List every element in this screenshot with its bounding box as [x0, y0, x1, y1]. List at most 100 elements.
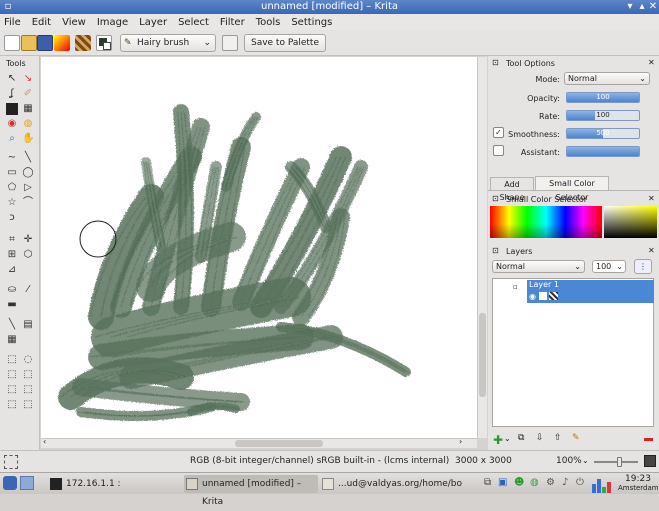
- docker-close-icon[interactable]: ✕: [648, 194, 655, 203]
- smoothness-slider[interactable]: 500: [566, 128, 640, 139]
- save-to-palette-button[interactable]: Save to Palette: [244, 34, 326, 52]
- desktop-pager-icon[interactable]: [20, 476, 34, 490]
- menu-view[interactable]: View: [62, 17, 86, 28]
- move-tool-icon[interactable]: ✛: [22, 234, 34, 246]
- measure-tool-icon[interactable]: ⊿: [6, 264, 18, 276]
- scroll-right-icon[interactable]: ›: [459, 437, 462, 446]
- delete-layer-icon[interactable]: [644, 438, 653, 441]
- saturation-value-square[interactable]: [604, 206, 657, 238]
- task-terminal[interactable]: 172.16.1.1 :: [48, 475, 182, 493]
- tab-add-shape[interactable]: Add Shape: [490, 177, 534, 202]
- zoom-slider-handle[interactable]: [617, 457, 623, 467]
- docker-close-icon[interactable]: ✕: [648, 246, 655, 255]
- line-tool-icon[interactable]: ╲: [22, 152, 34, 164]
- clock[interactable]: 19:23 Amsterdam: [618, 474, 659, 493]
- menu-tools[interactable]: Tools: [256, 17, 281, 28]
- close-icon[interactable]: ✕: [648, 2, 658, 12]
- tray-network-icon[interactable]: ⧉: [484, 477, 491, 488]
- polygon-tool-icon[interactable]: ⬠: [6, 182, 18, 194]
- menu-settings[interactable]: Settings: [291, 17, 332, 28]
- tray-volume-icon[interactable]: ♪: [562, 477, 568, 488]
- zoom-tool-icon[interactable]: ⌕: [6, 133, 18, 145]
- crop-tool-icon[interactable]: ⌗: [6, 234, 18, 246]
- pan-tool-icon[interactable]: ✋: [22, 133, 34, 145]
- ruler-assistant-icon[interactable]: ╲: [6, 319, 18, 331]
- menu-layer[interactable]: Layer: [139, 17, 167, 28]
- layer-alpha-icon[interactable]: [549, 292, 558, 300]
- menu-image[interactable]: Image: [97, 17, 128, 28]
- task-krita[interactable]: unnamed [modified] – Krita: [184, 475, 318, 507]
- edit-shapes-icon[interactable]: ↘: [22, 73, 34, 85]
- window-titlebar[interactable]: ▫ unnamed [modified] – Krita ▾ ▴ ✕: [0, 0, 659, 14]
- text-tool-icon[interactable]: ✐: [22, 88, 34, 100]
- chevron-down-icon[interactable]: ⌄: [582, 456, 589, 465]
- ellipse-tool-icon[interactable]: ◯: [22, 167, 34, 179]
- docker-float-icon[interactable]: ⊡: [492, 58, 499, 67]
- polyline-tool-icon[interactable]: ▷: [22, 182, 34, 194]
- zoom-level[interactable]: 100%: [556, 456, 582, 466]
- horizontal-scrollbar[interactable]: ‹ ›: [41, 437, 477, 448]
- fill-tool-icon[interactable]: ⛀: [6, 284, 18, 296]
- layer-view-mode-icon[interactable]: ⋮: [634, 259, 652, 274]
- vertical-scroll-thumb[interactable]: [479, 313, 486, 397]
- maximize-icon[interactable]: ▴: [637, 2, 647, 12]
- vertical-scrollbar[interactable]: [477, 57, 487, 438]
- horizontal-scroll-thumb[interactable]: [235, 440, 323, 447]
- calligraphy-icon[interactable]: ʆ: [6, 88, 18, 100]
- menu-filter[interactable]: Filter: [220, 17, 245, 28]
- brush-preset-select[interactable]: ✎ Hairy brush ⌄: [120, 34, 216, 52]
- contiguous-select-icon[interactable]: ⬚: [6, 384, 18, 396]
- tray-chat-icon[interactable]: ◍: [530, 477, 539, 488]
- tray-clipboard-icon[interactable]: ▣: [498, 477, 507, 488]
- transform-tool-icon[interactable]: ⊞: [6, 249, 18, 261]
- eyedropper-icon[interactable]: ⁄: [22, 284, 34, 296]
- pattern-selector-icon[interactable]: [75, 35, 91, 51]
- polygon-select-icon[interactable]: ⬚: [6, 369, 18, 381]
- tray-cpu-monitor[interactable]: [592, 475, 614, 493]
- rect-select-icon[interactable]: ⬚: [6, 354, 18, 366]
- color-swap-icon[interactable]: [96, 35, 112, 51]
- bezier-select-icon[interactable]: ⬚: [6, 399, 18, 411]
- hue-strip[interactable]: [490, 206, 602, 238]
- task-mail[interactable]: ...ud@valdyas.org/home/bo: [320, 475, 478, 493]
- gradient-selector-icon[interactable]: [54, 35, 70, 51]
- tray-power-icon[interactable]: ⏻: [576, 477, 584, 488]
- layer-visibility-icon[interactable]: ◉: [529, 292, 536, 301]
- add-layer-icon[interactable]: ✚: [493, 433, 503, 447]
- freehand-select-icon[interactable]: ⬚: [22, 369, 34, 381]
- paint-bucket-icon[interactable]: ◍: [22, 118, 34, 130]
- minimize-icon[interactable]: ▾: [625, 2, 635, 12]
- tray-update-icon[interactable]: ☻: [514, 477, 524, 488]
- docker-float-icon[interactable]: ⊡: [492, 246, 499, 255]
- docker-float-icon[interactable]: ⊡: [492, 194, 499, 203]
- chevron-down-icon[interactable]: ⌄: [504, 434, 511, 443]
- ellipse-select-icon[interactable]: ◌: [22, 354, 34, 366]
- save-document-icon[interactable]: [37, 35, 53, 51]
- tab-small-color-selector[interactable]: Small Color Selector: [535, 176, 609, 202]
- gradient-fill-icon[interactable]: ▬: [6, 299, 18, 311]
- select-shapes-icon[interactable]: ↖: [6, 73, 18, 85]
- opacity-slider[interactable]: 100: [566, 92, 640, 103]
- open-document-icon[interactable]: [21, 35, 37, 51]
- brush-settings-icon[interactable]: [222, 35, 238, 51]
- mode-select[interactable]: Normal ⌄: [564, 72, 650, 85]
- menu-file[interactable]: File: [4, 17, 21, 28]
- fullscreen-icon[interactable]: [644, 455, 656, 467]
- freehand-path-icon[interactable]: ↄ: [6, 212, 18, 224]
- docker-close-icon[interactable]: ✕: [648, 58, 655, 67]
- similar-select-icon[interactable]: ⬚: [22, 384, 34, 396]
- layer-row[interactable]: Layer 1 ◉: [527, 280, 654, 303]
- rate-slider[interactable]: 100: [566, 110, 640, 121]
- gradient-tool-icon[interactable]: [6, 103, 18, 115]
- perspective-tool-icon[interactable]: ⬡: [22, 249, 34, 261]
- window-menu-icon[interactable]: ▫: [3, 2, 13, 12]
- pattern-tool-icon[interactable]: ▦: [22, 103, 34, 115]
- layer-opacity-spinbox[interactable]: 100 ⌄: [592, 260, 626, 273]
- duplicate-layer-icon[interactable]: ⧉: [518, 433, 524, 443]
- layer-blend-mode-select[interactable]: Normal ⌄: [492, 260, 585, 273]
- star-tool-icon[interactable]: ☆: [6, 197, 18, 209]
- perspective-grid-icon[interactable]: ▦: [6, 334, 18, 346]
- menu-edit[interactable]: Edit: [32, 17, 51, 28]
- menu-select[interactable]: Select: [178, 17, 209, 28]
- scroll-left-icon[interactable]: ‹: [43, 437, 46, 446]
